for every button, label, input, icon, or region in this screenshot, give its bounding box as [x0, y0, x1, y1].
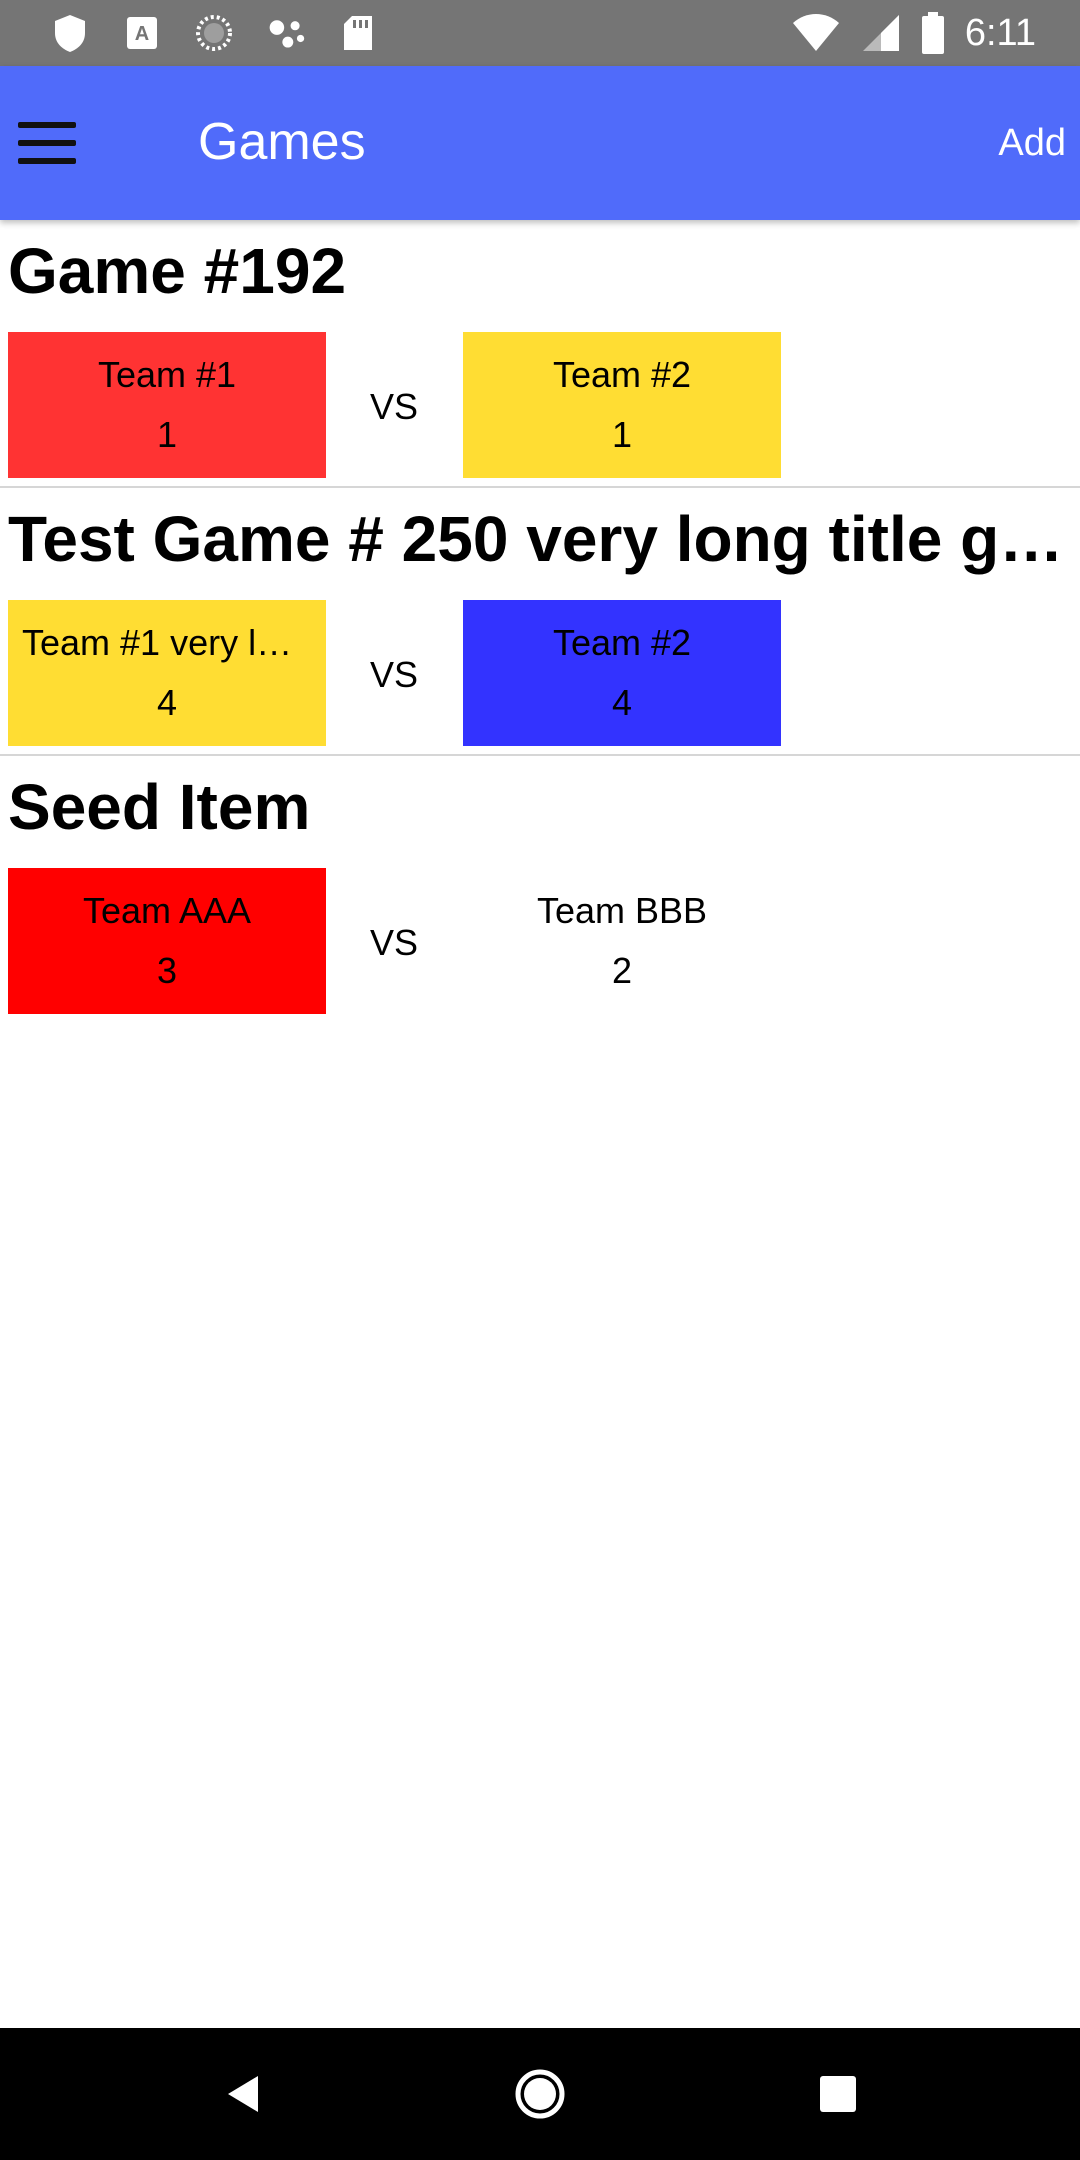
- sd-card-icon: [338, 13, 378, 53]
- signal-icon: [862, 15, 899, 51]
- team-score: 2: [611, 950, 633, 991]
- game-list: Game #192 Team #1 1 VS Team #2 1 Test Ga…: [0, 220, 1080, 1024]
- team-name: Team #2: [552, 622, 692, 663]
- font-icon: A: [122, 13, 162, 53]
- system-nav-bar: [0, 2028, 1080, 2160]
- game-list-item[interactable]: Test Game # 250 very long title game Tea…: [0, 488, 1080, 756]
- svg-text:A: A: [135, 23, 149, 45]
- team-2-card: Team #2 1: [463, 332, 781, 478]
- team-name: Team BBB: [536, 890, 708, 931]
- vs-label: VS: [370, 386, 419, 427]
- team-score: 1: [611, 414, 633, 455]
- team-score: 4: [156, 682, 178, 723]
- wifi-icon: [792, 14, 839, 51]
- add-button[interactable]: Add: [998, 122, 1066, 165]
- game-title: Game #192: [8, 235, 347, 307]
- team-2-card: Team #2 4: [463, 600, 781, 746]
- shield-icon: [50, 13, 90, 53]
- hamburger-menu-icon[interactable]: [16, 118, 80, 170]
- vs-label: VS: [370, 654, 419, 695]
- team-1-card: Team #1 1: [8, 332, 326, 478]
- team-1-card: Team AAA 3: [8, 868, 326, 1014]
- team-score: 1: [156, 414, 178, 455]
- back-icon[interactable]: [212, 2064, 272, 2124]
- home-icon[interactable]: [510, 2064, 570, 2124]
- sync-icon: [194, 13, 234, 53]
- app-bar: Games Add: [0, 66, 1080, 220]
- game-list-item[interactable]: Game #192 Team #1 1 VS Team #2 1: [0, 220, 1080, 488]
- team-name: Team #1 very long name: [22, 622, 312, 663]
- assistant-icon: [266, 13, 306, 53]
- team-2-card: Team BBB 2: [463, 868, 781, 1014]
- team-score: 4: [611, 682, 633, 723]
- game-title: Seed Item: [8, 771, 311, 843]
- battery-icon: [921, 12, 944, 54]
- game-list-item[interactable]: Seed Item Team AAA 3 VS Team BBB 2: [0, 756, 1080, 1024]
- team-name: Team #2: [552, 354, 692, 395]
- team-score: 3: [156, 950, 178, 991]
- team-1-card: Team #1 very long name 4: [8, 600, 326, 746]
- clock: 6:11: [964, 11, 1036, 54]
- status-bar: A 6:11: [0, 0, 1080, 66]
- team-name: Team #1: [97, 354, 237, 395]
- notification-icons: A: [50, 12, 378, 54]
- page-title: Games: [198, 113, 366, 171]
- system-status: 6:11: [791, 8, 1036, 58]
- game-title: Test Game # 250 very long title game: [8, 503, 1072, 575]
- vs-label: VS: [370, 922, 419, 963]
- team-name: Team AAA: [82, 890, 252, 931]
- recents-icon[interactable]: [808, 2064, 868, 2124]
